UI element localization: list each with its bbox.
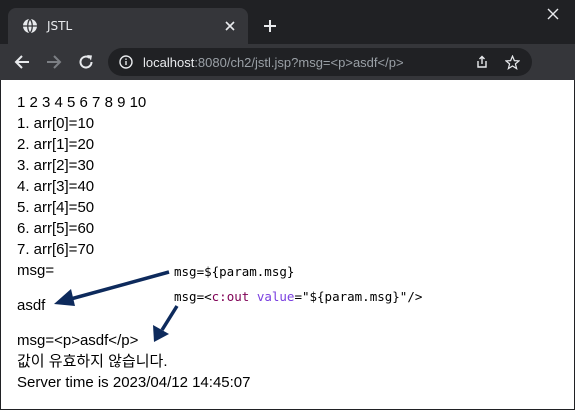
back-arrow-icon[interactable] [12,52,32,72]
page-content: 1 2 3 4 5 6 7 8 9 10 1. arr[0]=10 2. arr… [0,80,575,410]
plus-icon[interactable] [260,16,280,36]
globe-icon [22,18,38,34]
tab-title: JSTL [47,19,73,33]
annotation-arrows [54,270,179,342]
arrow-to-escaped [153,305,179,342]
url-host: localhost [143,54,195,70]
forward-arrow-icon[interactable] [44,52,64,72]
close-icon[interactable] [222,18,238,34]
info-icon[interactable] [118,54,134,70]
arrow-to-asdf [54,270,170,306]
window-close-icon[interactable] [545,6,561,22]
title-bar: JSTL [0,0,575,44]
reload-icon[interactable] [76,52,96,72]
url-text[interactable]: localhost:8080/ch2/jstl.jsp?msg=<p>asdf<… [143,55,404,70]
browser-tab[interactable]: JSTL [8,8,248,44]
url-path: :8080/ch2/jstl.jsp?msg=<p>asdf</p> [194,54,404,70]
share-icon[interactable] [474,54,490,70]
browser-toolbar: localhost:8080/ch2/jstl.jsp?msg=<p>asdf<… [0,44,575,80]
star-icon[interactable] [504,54,520,70]
address-bar[interactable]: localhost:8080/ch2/jstl.jsp?msg=<p>asdf<… [108,48,532,76]
